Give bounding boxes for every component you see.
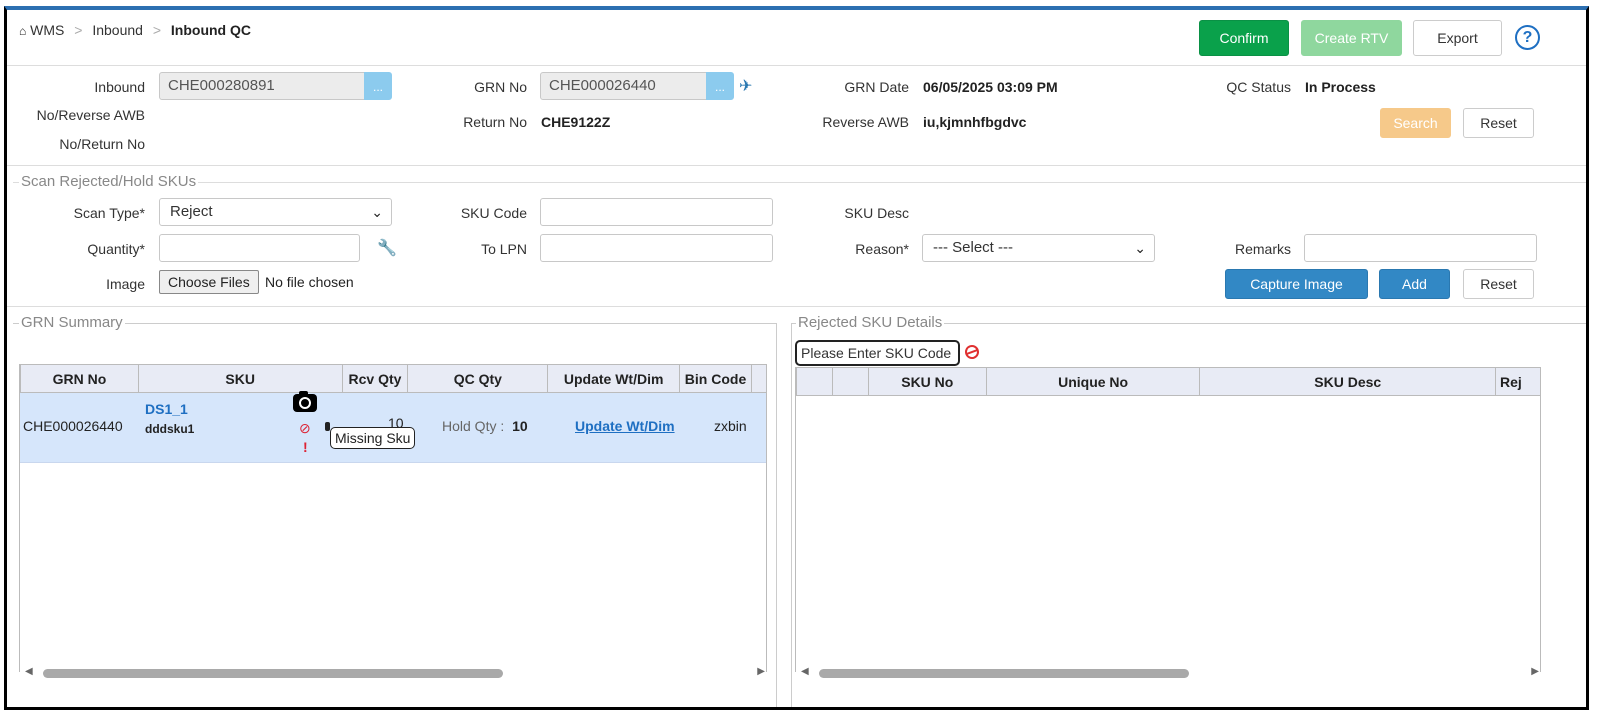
reverse-awb-label: Reverse AWB bbox=[822, 114, 909, 130]
hold-qty-value: 10 bbox=[512, 418, 528, 434]
quantity-label: Quantity* bbox=[87, 241, 145, 257]
breadcrumb-current: Inbound QC bbox=[170, 22, 251, 38]
app-window: ⌂ WMS > Inbound > Inbound QC Confirm Cre… bbox=[4, 6, 1589, 710]
image-label: Image bbox=[106, 276, 145, 292]
column-header-update-wt-dim[interactable]: Update Wt/Dim bbox=[547, 364, 681, 393]
reset-button[interactable]: Reset bbox=[1463, 108, 1534, 138]
row-sku-name: dddsku1 bbox=[145, 422, 195, 436]
scrollbar-thumb[interactable] bbox=[819, 669, 1189, 678]
reason-select[interactable]: --- Select --- ⌄ bbox=[922, 234, 1155, 262]
chevron-down-icon: ⌄ bbox=[371, 204, 383, 220]
to-lpn-label: To LPN bbox=[481, 241, 527, 257]
choose-files-button[interactable]: Choose Files bbox=[159, 270, 259, 294]
inbound-label-line3: No/Return No bbox=[59, 136, 145, 152]
scroll-right-icon[interactable]: ▶ bbox=[757, 666, 765, 677]
warning-icon[interactable]: ! bbox=[303, 439, 308, 455]
row-sku-code[interactable]: DS1_1 bbox=[145, 401, 188, 417]
missing-sku-tooltip: Missing Sku bbox=[330, 427, 416, 449]
scan-section-title: Scan Rejected/Hold SKUs bbox=[19, 173, 199, 190]
column-header-sku-no[interactable]: SKU No bbox=[867, 367, 987, 396]
column-header-unique-no[interactable]: Unique No bbox=[985, 367, 1201, 396]
remarks-input[interactable] bbox=[1304, 234, 1537, 262]
sku-desc-label: SKU Desc bbox=[844, 205, 909, 221]
row-grn-no: CHE000026440 bbox=[23, 418, 123, 434]
column-header-grn-no[interactable]: GRN No bbox=[20, 364, 139, 393]
sku-code-search-input[interactable]: Please Enter SKU Code bbox=[795, 340, 960, 366]
reverse-awb-value: iu,kjmnhfbgdvc bbox=[923, 114, 1027, 130]
rejected-sku-scrollbar[interactable]: ◀ ▶ bbox=[799, 666, 1541, 680]
rejected-sku-title: Rejected SKU Details bbox=[796, 314, 945, 331]
breadcrumb-wms[interactable]: WMS bbox=[30, 22, 64, 38]
column-header-select[interactable] bbox=[796, 367, 833, 396]
grn-date-value: 06/05/2025 03:09 PM bbox=[923, 79, 1058, 95]
divider bbox=[7, 306, 1586, 307]
scroll-left-icon[interactable]: ◀ bbox=[801, 666, 809, 677]
scrollbar-thumb[interactable] bbox=[43, 669, 503, 678]
scan-reset-button[interactable]: Reset bbox=[1463, 269, 1534, 299]
column-header-rej[interactable]: Rej bbox=[1495, 367, 1540, 396]
divider bbox=[7, 165, 1586, 166]
update-wt-dim-link[interactable]: Update Wt/Dim bbox=[575, 418, 675, 434]
scroll-left-icon[interactable]: ◀ bbox=[25, 666, 33, 677]
home-icon[interactable]: ⌂ bbox=[19, 24, 26, 38]
create-rtv-button[interactable]: Create RTV bbox=[1301, 20, 1402, 56]
divider bbox=[7, 65, 1586, 66]
table-row[interactable]: CHE000026440 DS1_1 dddsku1 ⊘ ! 10 Hold Q… bbox=[20, 391, 766, 463]
export-button[interactable]: Export bbox=[1413, 20, 1502, 56]
column-header-rcv-qty[interactable]: Rcv Qty bbox=[341, 364, 409, 393]
capture-image-button[interactable]: Capture Image bbox=[1225, 269, 1368, 299]
column-header-sku-desc[interactable]: SKU Desc bbox=[1199, 367, 1496, 396]
inbound-label-line2: No/Reverse AWB bbox=[36, 107, 145, 123]
qc-status-label: QC Status bbox=[1226, 79, 1291, 95]
airplane-icon[interactable]: ✈ bbox=[739, 76, 752, 96]
scan-type-value: Reject bbox=[170, 203, 213, 220]
wrench-icon[interactable]: 🔧 bbox=[377, 238, 397, 258]
camera-icon[interactable] bbox=[293, 391, 317, 412]
sku-code-label: SKU Code bbox=[460, 205, 527, 221]
qc-status-value: In Process bbox=[1305, 79, 1376, 95]
remarks-label: Remarks bbox=[1234, 241, 1291, 257]
file-status-text: No file chosen bbox=[265, 274, 354, 290]
reason-value: --- Select --- bbox=[933, 239, 1013, 256]
confirm-button[interactable]: Confirm bbox=[1199, 20, 1289, 56]
breadcrumb-separator: > bbox=[152, 22, 162, 38]
grn-summary-scrollbar[interactable]: ◀ ▶ bbox=[23, 666, 767, 680]
return-no-label: Return No bbox=[463, 114, 527, 130]
to-lpn-input[interactable] bbox=[540, 234, 773, 262]
scroll-right-icon[interactable]: ▶ bbox=[1531, 666, 1539, 677]
grn-summary-grid: GRN No SKU Rcv Qty QC Qty Update Wt/Dim … bbox=[19, 364, 767, 672]
column-header-action bbox=[831, 367, 869, 396]
breadcrumb: ⌂ WMS > Inbound > Inbound QC bbox=[19, 22, 251, 38]
sku-code-input[interactable] bbox=[540, 198, 773, 226]
grn-no-field[interactable]: CHE000026440 bbox=[540, 72, 707, 100]
column-header-sku[interactable]: SKU bbox=[137, 364, 343, 393]
blocked-icon[interactable]: ⊘ bbox=[299, 420, 311, 437]
inbound-lookup-button[interactable]: ... bbox=[364, 72, 392, 100]
row-hold-qty-label: Hold Qty : 10 bbox=[442, 418, 528, 434]
scan-type-label: Scan Type* bbox=[73, 205, 145, 221]
quantity-input[interactable] bbox=[159, 234, 360, 262]
hold-qty-label: Hold Qty : bbox=[442, 418, 505, 434]
inbound-no-field[interactable]: CHE000280891 bbox=[159, 72, 365, 100]
return-no-value: CHE9122Z bbox=[541, 114, 611, 130]
inbound-label: Inbound bbox=[94, 79, 145, 95]
grn-lookup-button[interactable]: ... bbox=[706, 72, 734, 100]
help-icon[interactable]: ? bbox=[1515, 25, 1540, 50]
row-bin-code: zxbin bbox=[714, 418, 747, 434]
column-header-qc-qty[interactable]: QC Qty bbox=[407, 364, 549, 393]
column-header-bin-code[interactable]: Bin Code bbox=[679, 364, 752, 393]
breadcrumb-inbound[interactable]: Inbound bbox=[92, 22, 143, 38]
fieldset-border bbox=[13, 182, 1586, 183]
scan-type-select[interactable]: Reject ⌄ bbox=[159, 198, 392, 226]
add-button[interactable]: Add bbox=[1379, 269, 1450, 299]
column-header-more bbox=[751, 364, 766, 393]
chevron-down-icon: ⌄ bbox=[1134, 240, 1146, 256]
search-button[interactable]: Search bbox=[1380, 108, 1451, 138]
grn-no-label: GRN No bbox=[474, 79, 527, 95]
breadcrumb-separator: > bbox=[74, 22, 83, 38]
reason-label: Reason* bbox=[855, 241, 909, 257]
grn-summary-title: GRN Summary bbox=[19, 314, 125, 331]
rejected-sku-grid: SKU No Unique No SKU Desc Rej bbox=[795, 367, 1541, 672]
grn-date-label: GRN Date bbox=[844, 79, 909, 95]
